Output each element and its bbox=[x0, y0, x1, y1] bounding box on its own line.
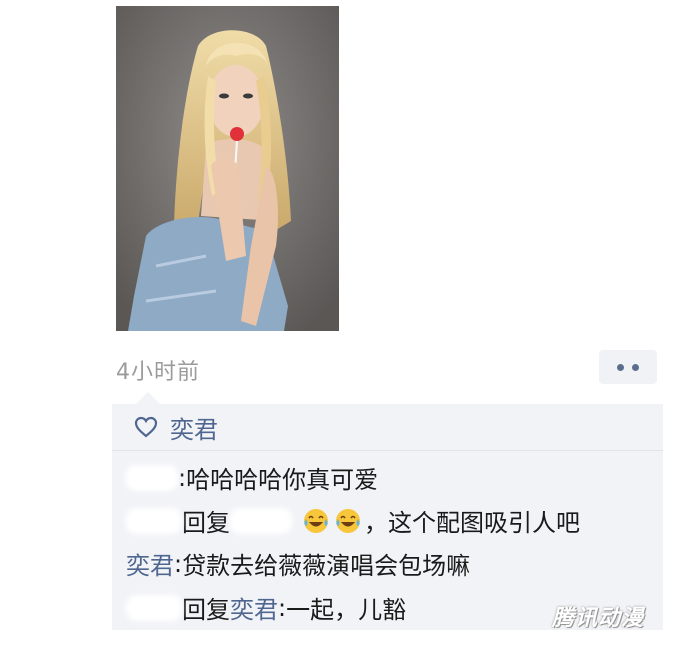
redacted-username bbox=[126, 594, 182, 621]
tears-of-joy-emoji bbox=[334, 507, 362, 535]
comment-item[interactable]: 奕君 : 贷款去给薇薇演唱会包场嘛 bbox=[126, 546, 470, 581]
post-photo[interactable] bbox=[116, 6, 339, 331]
comment-text: ，这个配图吸引人吧 bbox=[364, 509, 580, 537]
comment-item[interactable]: 回复 奕君 : 一起，儿豁 bbox=[126, 590, 406, 625]
more-options-button[interactable] bbox=[599, 350, 657, 384]
post-timestamp: 4小时前 bbox=[116, 360, 200, 385]
reply-word: 回复 bbox=[182, 596, 230, 624]
comment-item[interactable]: : 哈哈哈哈你真可爱 bbox=[126, 460, 378, 495]
reply-target-username[interactable]: 奕君 bbox=[230, 590, 278, 625]
comment-separator: : bbox=[178, 463, 187, 492]
comment-text: 一起，儿豁 bbox=[286, 596, 407, 624]
liker-name[interactable]: 奕君 bbox=[170, 410, 218, 445]
comment-separator: : bbox=[174, 549, 183, 578]
more-dot-icon bbox=[632, 363, 639, 371]
more-dot-icon bbox=[617, 363, 624, 371]
comment-text: 哈哈哈哈你真可爱 bbox=[186, 466, 379, 494]
likes-row: 奕君 bbox=[112, 404, 663, 451]
comment-item[interactable]: 回复 ，这个配图吸引人吧 bbox=[126, 503, 580, 538]
comment-text: 贷款去给薇薇演唱会包场嘛 bbox=[182, 552, 471, 580]
reply-word: 回复 bbox=[182, 509, 230, 537]
redacted-username bbox=[230, 507, 292, 534]
redacted-username bbox=[126, 464, 178, 491]
redacted-username bbox=[126, 507, 182, 534]
comment-panel: 奕君 : 哈哈哈哈你真可爱 回复 ，这个配图吸引人吧 奕君: 贷款去给薇薇演唱… bbox=[112, 392, 663, 630]
watermark-logo: 腾讯动漫 bbox=[552, 606, 645, 631]
post-photo-image bbox=[116, 6, 339, 331]
tears-of-joy-emoji bbox=[302, 507, 330, 535]
comment-username[interactable]: 奕君 bbox=[126, 546, 174, 581]
comment-separator: : bbox=[278, 593, 287, 622]
heart-icon bbox=[134, 414, 160, 440]
